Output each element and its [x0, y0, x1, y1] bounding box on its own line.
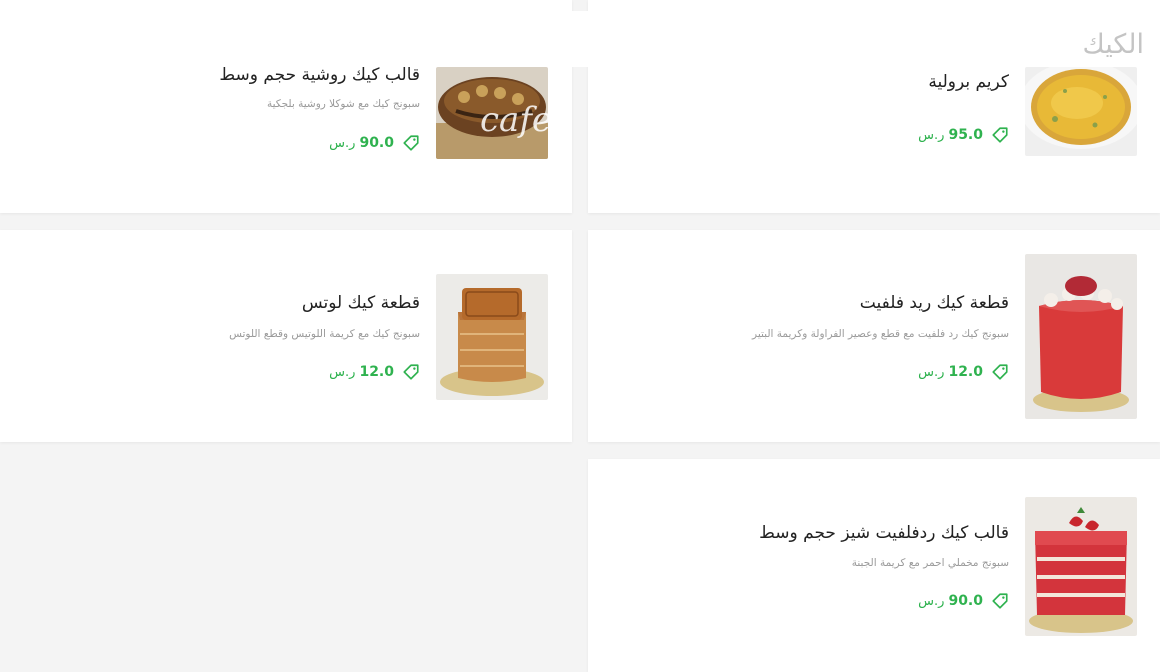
- item-description: سبونج كيك رد فلفيت مع قطع وعصير الفراولة…: [752, 328, 1009, 340]
- price-value: 12.0: [948, 364, 983, 380]
- price-currency: ر.س: [918, 127, 945, 143]
- category-header: الكيك: [0, 11, 1160, 67]
- price-currency: ر.س: [329, 364, 356, 380]
- item-price: ر.س 95.0: [918, 126, 1009, 144]
- item-description: سبونج كيك مع كريمة اللوتيس وقطع اللوتس: [229, 328, 420, 340]
- price-currency: ر.س: [918, 364, 945, 380]
- item-image-creme-brulee[interactable]: [1025, 67, 1137, 156]
- item-title: كريم برولية: [928, 72, 1009, 92]
- item-image-rocher-cake[interactable]: [436, 67, 548, 159]
- item-image-red-velvet-cheese-cake[interactable]: [1025, 497, 1137, 636]
- section-title: الكيك: [1082, 29, 1144, 60]
- price-tag-icon: [992, 364, 1008, 380]
- item-price: ر.س 12.0: [918, 363, 1009, 381]
- item-title: قطعة كيك ريد فلفيت: [859, 293, 1009, 313]
- price-tag-icon: [992, 593, 1008, 609]
- item-price: ر.س 90.0: [329, 134, 420, 152]
- price-value: 95.0: [948, 127, 983, 143]
- item-image-red-velvet-slice[interactable]: [1025, 254, 1137, 419]
- item-price: ر.س 90.0: [918, 592, 1009, 610]
- item-price: ر.س 12.0: [329, 363, 420, 381]
- price-currency: ر.س: [918, 593, 945, 609]
- price-value: 90.0: [948, 593, 983, 609]
- price-tag-icon: [403, 135, 419, 151]
- item-title: قالب كيك ردفلفيت شيز حجم وسط: [759, 523, 1009, 543]
- item-description: سبونج مخملي احمر مع كريمة الجبنة: [851, 557, 1009, 569]
- price-tag-icon: [992, 127, 1008, 143]
- item-title: قالب كيك روشية حجم وسط: [219, 65, 420, 85]
- price-value: 90.0: [359, 135, 394, 151]
- price-tag-icon: [403, 364, 419, 380]
- item-description: سبونج كيك مع شوكلا روشية بلجكية: [266, 98, 420, 110]
- price-value: 12.0: [359, 364, 394, 380]
- price-currency: ر.س: [329, 135, 356, 151]
- item-title: قطعة كيك لوتس: [301, 293, 420, 313]
- item-image-lotus-slice[interactable]: [436, 274, 548, 400]
